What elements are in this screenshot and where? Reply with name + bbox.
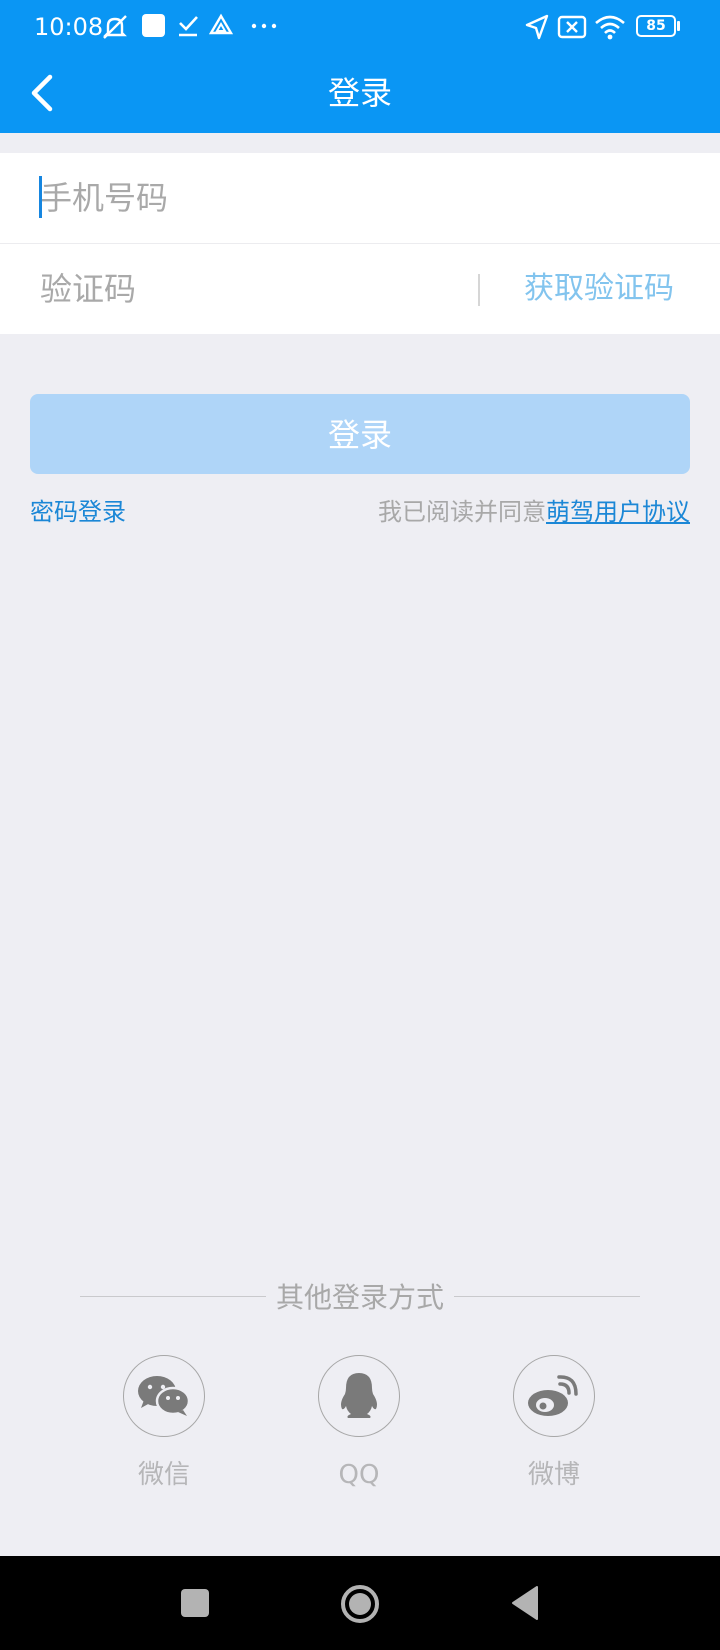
title-bar: 登录 <box>0 54 720 133</box>
other-login-section: 其他登录方式 <box>80 1278 640 1318</box>
battery-level: 85 <box>646 18 666 34</box>
wechat-login-button[interactable]: 微信 <box>122 1355 206 1493</box>
weibo-label: 微博 <box>527 1460 580 1490</box>
battery-icon: 85 <box>636 15 680 37</box>
square-notification-icon <box>142 14 165 37</box>
status-time: 10:08 <box>34 13 104 41</box>
agreement-prefix: 我已阅读并同意 <box>378 498 546 526</box>
qq-icon <box>341 1373 377 1418</box>
divider <box>478 274 480 306</box>
code-row: 获取验证码 <box>0 244 720 334</box>
phone-row <box>0 153 720 244</box>
wechat-circle <box>123 1355 205 1437</box>
wifi-icon <box>595 15 625 40</box>
weibo-login-button[interactable]: 微博 <box>512 1355 596 1493</box>
weibo-circle <box>513 1355 595 1437</box>
verification-code-input[interactable] <box>40 264 460 314</box>
other-login-title: 其他登录方式 <box>275 1281 444 1314</box>
qq-circle <box>318 1355 400 1437</box>
back-nav-button[interactable] <box>505 1583 545 1623</box>
weibo-icon <box>528 1375 578 1416</box>
login-button[interactable]: 登录 <box>30 394 690 474</box>
more-dots-icon <box>251 23 277 29</box>
recents-square-icon <box>181 1589 209 1617</box>
divider-right <box>454 1296 640 1297</box>
sim-off-icon <box>557 15 587 39</box>
home-circle-icon <box>341 1585 379 1623</box>
recents-button[interactable] <box>175 1583 215 1623</box>
location-arrow-icon <box>525 14 549 40</box>
home-button[interactable] <box>339 1583 379 1623</box>
text-caret <box>39 176 42 218</box>
get-code-button[interactable]: 获取验证码 <box>524 264 674 314</box>
agreement-text: 我已阅读并同意萌驾用户协议 <box>378 494 690 530</box>
back-triangle-icon <box>512 1586 538 1620</box>
user-agreement-link[interactable]: 萌驾用户协议 <box>546 498 690 526</box>
system-nav-bar <box>0 1556 720 1650</box>
check-download-icon <box>179 16 198 37</box>
drive-icon <box>208 13 234 35</box>
notification-muted-icon <box>103 15 127 39</box>
password-login-link[interactable]: 密码登录 <box>30 494 126 530</box>
phone-input[interactable] <box>40 173 460 223</box>
wechat-label: 微信 <box>137 1460 190 1490</box>
page-title: 登录 <box>327 74 392 112</box>
status-bar: 10:08 85 <box>0 0 720 54</box>
wechat-icon <box>138 1376 191 1416</box>
login-form: 获取验证码 <box>0 153 720 334</box>
qq-login-button[interactable]: QQ <box>317 1355 401 1493</box>
qq-label: QQ <box>338 1460 380 1490</box>
